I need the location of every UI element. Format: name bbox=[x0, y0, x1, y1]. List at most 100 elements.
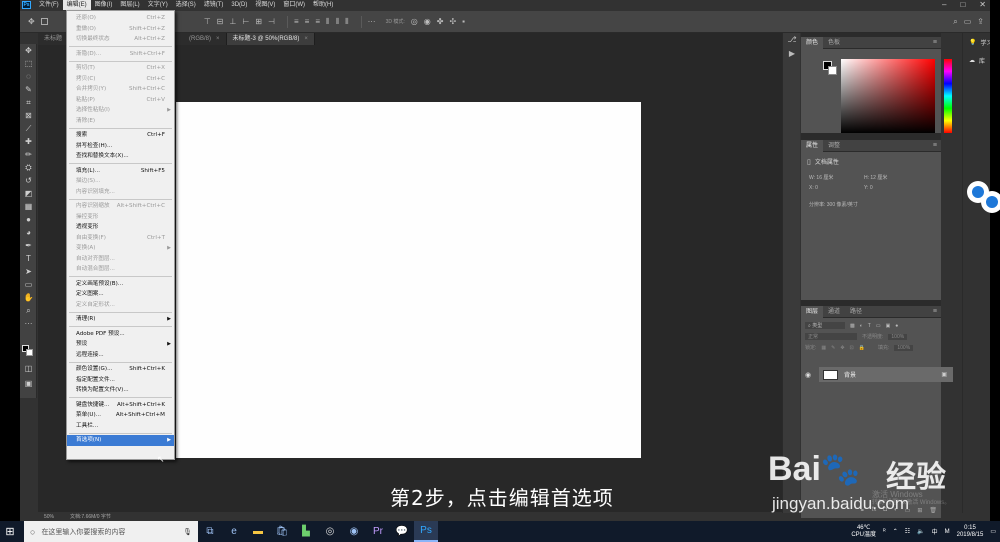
filter-type-dropdown[interactable]: ⌕ 类型 bbox=[805, 322, 845, 329]
edit-menu-item[interactable]: 剪切(T) Ctrl+X bbox=[67, 63, 174, 74]
align-top-icon[interactable]: ⊤ bbox=[204, 17, 211, 26]
move-tool-icon[interactable]: ✥ bbox=[28, 17, 35, 26]
lock-paint-icon[interactable]: ✎ bbox=[831, 345, 835, 351]
auto-select-checkbox[interactable] bbox=[40, 18, 48, 25]
filter-pixel-icon[interactable]: ▩ bbox=[850, 323, 855, 329]
edit-menu-item[interactable]: Adobe PDF 预设... bbox=[67, 329, 174, 340]
align-bottom-icon[interactable]: ⊥ bbox=[229, 17, 236, 26]
move-tool-icon[interactable]: ✥ bbox=[20, 44, 37, 57]
menu-type[interactable]: 文字(Y) bbox=[144, 0, 172, 10]
share-icon[interactable]: ⇪ bbox=[977, 17, 984, 26]
workspace-icon[interactable]: ▭ bbox=[964, 17, 972, 26]
layer-row[interactable]: ◉ 背景 ▣ bbox=[805, 367, 953, 382]
chrome-icon[interactable]: ◎ bbox=[318, 521, 342, 542]
edit-menu-item[interactable]: 透视变形 bbox=[67, 222, 174, 233]
edit-menu-item[interactable]: 指定配置文件... bbox=[67, 375, 174, 386]
edit-menu-item[interactable]: 渐隐(D)... Shift+Ctrl+F bbox=[67, 49, 174, 60]
store-icon[interactable]: 🛍 bbox=[270, 521, 294, 542]
close-button[interactable]: ✕ bbox=[979, 0, 986, 10]
edit-menu-item[interactable]: 转换为配置文件(V)... bbox=[67, 385, 174, 396]
blend-mode-dropdown[interactable]: 正常 bbox=[805, 333, 857, 340]
edit-menu-item[interactable]: 拼写检查(H)... bbox=[67, 141, 174, 152]
x-value[interactable]: 0 bbox=[815, 185, 818, 191]
opacity-value[interactable]: 100% bbox=[888, 333, 908, 340]
healing-tool-icon[interactable]: ✚ bbox=[20, 135, 37, 148]
edit-menu-item[interactable]: 粘贴(P) Ctrl+V bbox=[67, 95, 174, 106]
3d-pan-icon[interactable]: ✤ bbox=[437, 17, 444, 26]
start-button[interactable]: ⊞ bbox=[0, 521, 20, 542]
align-left-icon[interactable]: ⊢ bbox=[242, 17, 249, 26]
width-value[interactable]: 16 厘米 bbox=[816, 175, 833, 181]
3d-scale-icon[interactable]: ▪ bbox=[462, 17, 465, 26]
color-background[interactable] bbox=[828, 66, 837, 75]
people-icon[interactable]: ᴿ bbox=[883, 529, 886, 535]
menu-select[interactable]: 选择(S) bbox=[172, 0, 200, 10]
history-brush-icon[interactable]: ↺ bbox=[20, 174, 37, 187]
gradient-tool-icon[interactable]: ▦ bbox=[20, 200, 37, 213]
photoshop-taskbar-icon[interactable]: Ps bbox=[414, 521, 438, 542]
menu-layer[interactable]: 图层(L) bbox=[116, 0, 143, 10]
shape-tool-icon[interactable]: ▭ bbox=[20, 278, 37, 291]
wechat-icon[interactable]: 💬 bbox=[390, 521, 414, 542]
distribute-top-icon[interactable]: ≡ bbox=[294, 17, 299, 26]
stamp-tool-icon[interactable]: ⛭ bbox=[20, 161, 37, 174]
more-options-icon[interactable]: ··· bbox=[368, 17, 376, 26]
lock-artboard-icon[interactable]: ⊡ bbox=[850, 345, 854, 351]
edit-menu-item[interactable]: 定义自定形状... bbox=[67, 300, 174, 311]
distribute-bottom-icon[interactable]: ≡ bbox=[315, 17, 320, 26]
edit-menu-item[interactable]: 切换最终状态 Alt+Ctrl+Z bbox=[67, 34, 174, 45]
edit-menu-item[interactable]: 键盘快捷键... Alt+Shift+Ctrl+K bbox=[67, 400, 174, 411]
panel-menu-icon[interactable]: ≡ bbox=[933, 142, 937, 149]
eyedropper-tool-icon[interactable]: ⟋ bbox=[20, 122, 37, 135]
menu-view[interactable]: 视图(V) bbox=[251, 0, 279, 10]
tab-color[interactable]: 颜色 bbox=[801, 36, 824, 49]
cpu-temp[interactable]: 46℃ CPU温度 bbox=[851, 525, 876, 539]
premiere-icon[interactable]: Pr bbox=[366, 521, 390, 542]
edit-menu-item[interactable]: 自动对齐图层... bbox=[67, 254, 174, 265]
3d-orbit-icon[interactable]: ◎ bbox=[411, 17, 418, 26]
volume-icon[interactable]: 🔈 bbox=[917, 528, 924, 535]
y-value[interactable]: 0 bbox=[870, 185, 873, 191]
tab-doc-1[interactable]: 未标题 bbox=[38, 33, 70, 45]
close-tab-icon[interactable]: × bbox=[216, 36, 220, 42]
tab-paths[interactable]: 路径 bbox=[845, 306, 867, 318]
edit-menu-item[interactable]: 定义图案... bbox=[67, 289, 174, 300]
edit-menu-item[interactable]: 预设 ▶ bbox=[67, 339, 174, 350]
background-color[interactable] bbox=[26, 349, 33, 356]
tab-adjustments[interactable]: 调整 bbox=[823, 140, 845, 152]
3d-slide-icon[interactable]: ✣ bbox=[449, 17, 456, 26]
edit-menu-item[interactable]: 自动混合图层... bbox=[67, 264, 174, 275]
distribute-right-icon[interactable]: ⦀ bbox=[345, 17, 349, 27]
menu-window[interactable]: 窗口(W) bbox=[279, 0, 309, 10]
pen-tool-icon[interactable]: ✒ bbox=[20, 239, 37, 252]
edit-menu-item[interactable]: 重做(O) Shift+Ctrl+Z bbox=[67, 24, 174, 35]
ime-icon[interactable]: M bbox=[945, 529, 950, 535]
learn-item[interactable]: 💡 学习 bbox=[963, 33, 990, 51]
maximize-button[interactable]: □ bbox=[960, 0, 965, 10]
menu-edit[interactable]: 编辑(E) bbox=[62, 0, 91, 10]
filter-shape-icon[interactable]: ▭ bbox=[876, 323, 881, 329]
tab-channels[interactable]: 通道 bbox=[823, 306, 845, 318]
edit-menu-item[interactable]: 描边(S)... bbox=[67, 176, 174, 187]
tab-swatches[interactable]: 色板 bbox=[823, 37, 845, 49]
3d-roll-icon[interactable]: ◉ bbox=[424, 17, 431, 26]
menu-file[interactable]: 文件(F) bbox=[35, 0, 63, 10]
lock-move-icon[interactable]: ✥ bbox=[840, 345, 844, 351]
filter-toggle-icon[interactable]: ● bbox=[895, 323, 898, 329]
edit-menu-item[interactable]: 首选项(N) ▶ bbox=[67, 435, 174, 446]
hue-slider[interactable] bbox=[944, 59, 952, 133]
frame-tool-icon[interactable]: ⊠ bbox=[20, 109, 37, 122]
edit-menu-item[interactable]: 菜单(U)... Alt+Shift+Ctrl+M bbox=[67, 410, 174, 421]
clock[interactable]: 0:15 2019/8/15 bbox=[957, 525, 984, 539]
edit-menu-item[interactable]: 合并拷贝(Y) Shift+Ctrl+C bbox=[67, 84, 174, 95]
edit-menu-item[interactable]: 填充(L)... Shift+F5 bbox=[67, 166, 174, 177]
actions-panel-icon[interactable]: ▶ bbox=[783, 47, 801, 61]
panel-menu-icon[interactable]: ≡ bbox=[933, 308, 937, 315]
zoom-level[interactable]: 50% bbox=[44, 514, 54, 520]
edit-menu-item[interactable]: 远程连接... bbox=[67, 350, 174, 361]
distribute-center-icon[interactable]: ⦀ bbox=[336, 17, 340, 27]
screen-mode-icon[interactable]: ▣ bbox=[20, 377, 37, 390]
hand-tool-icon[interactable]: ✋ bbox=[20, 291, 37, 304]
microphone-icon[interactable]: 🎙 bbox=[183, 528, 192, 536]
lasso-tool-icon[interactable]: ◌ bbox=[20, 70, 37, 83]
